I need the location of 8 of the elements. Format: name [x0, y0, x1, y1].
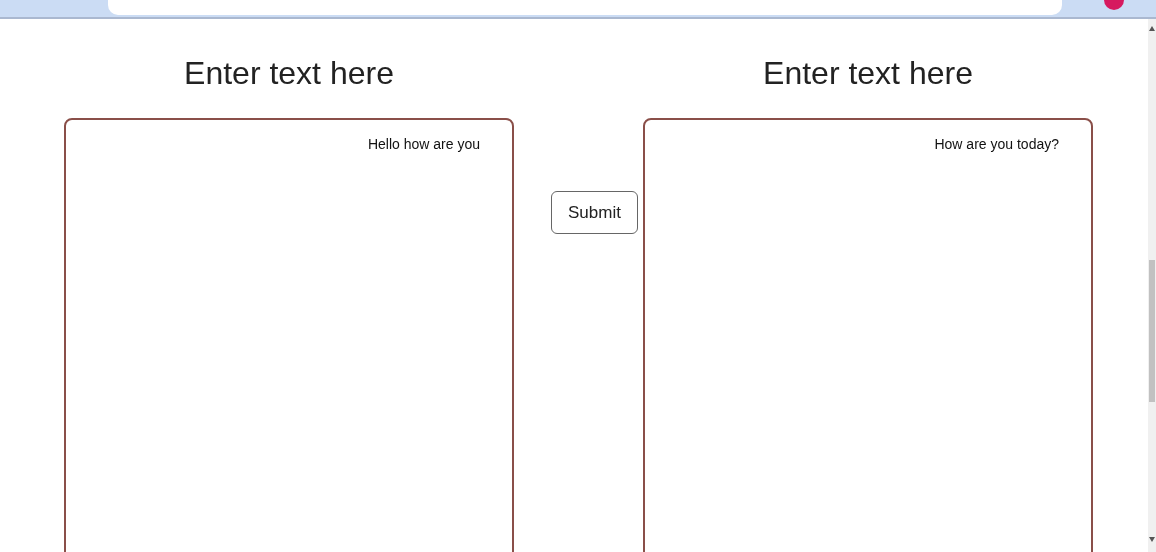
scrollbar-thumb[interactable] — [1149, 260, 1155, 402]
scroll-up-icon[interactable] — [1149, 26, 1155, 31]
panel-heading: Enter text here — [763, 54, 973, 93]
submit-button[interactable]: Submit — [551, 191, 638, 234]
text-area[interactable]: Hello how are you — [64, 118, 514, 552]
text-area[interactable]: How are you today? — [643, 118, 1093, 552]
scroll-down-icon[interactable] — [1149, 537, 1155, 542]
panel-heading: Enter text here — [184, 54, 394, 93]
